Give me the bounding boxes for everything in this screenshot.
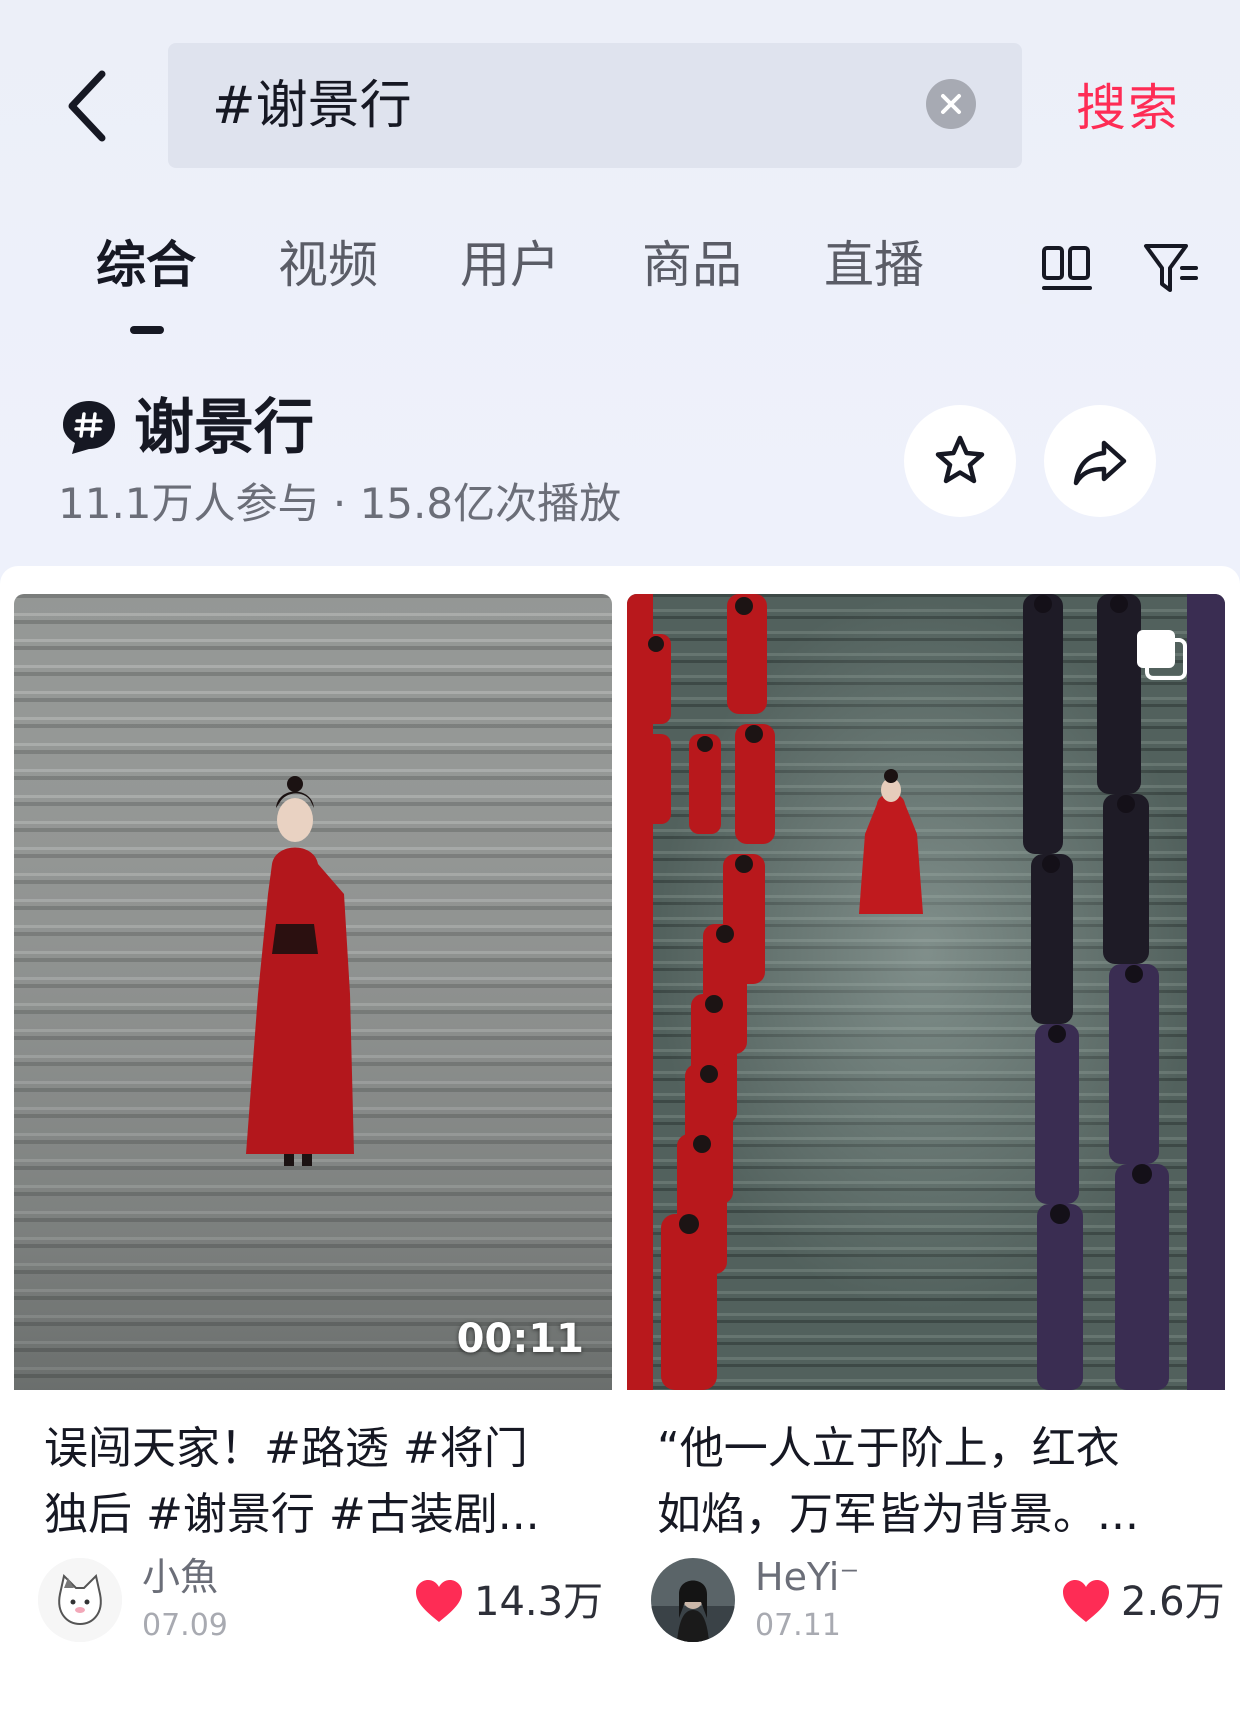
- portrait-avatar-image: [651, 1558, 735, 1642]
- tab-live[interactable]: 直播: [824, 230, 924, 300]
- avatar[interactable]: [38, 1558, 122, 1642]
- back-button[interactable]: [62, 64, 122, 148]
- video-caption[interactable]: 误闯天家！#路透 #将门 独后 #谢景行 #古装剧...: [44, 1416, 584, 1548]
- favorite-button[interactable]: [904, 405, 1016, 517]
- heart-icon: [416, 1580, 462, 1622]
- image-post-card[interactable]: “他一人立于阶上，红衣 如焰，万军皆为背景。... HeYi⁻ 07.11 2.…: [627, 594, 1225, 1700]
- video-thumbnail[interactable]: 00:11: [14, 594, 612, 1390]
- caption-line: 独后 #谢景行 #古装剧...: [44, 1489, 540, 1540]
- topic-header: 谢景行 11.1万人参与 · 15.8亿次播放: [0, 380, 1240, 550]
- like-button[interactable]: 2.6万: [1061, 1572, 1225, 1632]
- caption-line: 误闯天家！#路透 #将门: [44, 1423, 528, 1474]
- hashtag-icon: [63, 401, 115, 454]
- like-count: 14.3万: [474, 1579, 604, 1625]
- army-formation-on-steps-image: [627, 594, 1225, 1390]
- tab-overflow-fade: [1006, 234, 1030, 304]
- share-button[interactable]: [1044, 405, 1156, 517]
- post-thumbnail[interactable]: [627, 594, 1225, 1390]
- clear-search-button[interactable]: [926, 79, 976, 129]
- topic-stats: 11.1万人参与 · 15.8亿次播放: [58, 479, 622, 528]
- search-header: #谢景行 搜索: [0, 0, 1240, 180]
- tab-users[interactable]: 用户: [460, 230, 560, 300]
- active-tab-indicator: [130, 326, 164, 334]
- author-name[interactable]: 小魚: [142, 1552, 218, 1602]
- search-input[interactable]: #谢景行: [168, 43, 1022, 168]
- author-row: HeYi⁻ 07.11 2.6万: [651, 1552, 1225, 1652]
- author-row: 小魚 07.09 14.3万: [38, 1552, 603, 1652]
- topic-title: 谢景行: [134, 393, 314, 463]
- filter-button[interactable]: [1142, 238, 1200, 300]
- like-button[interactable]: 14.3万: [414, 1572, 603, 1632]
- video-card[interactable]: 00:11 误闯天家！#路透 #将门 独后 #谢景行 #古装剧... 小魚 07…: [14, 594, 612, 1700]
- red-robed-figure-on-steps-image: [14, 594, 612, 1390]
- post-caption[interactable]: “他一人立于阶上，红衣 如焰，万军皆为背景。...: [657, 1416, 1197, 1548]
- author-name[interactable]: HeYi⁻: [755, 1552, 859, 1602]
- tab-comprehensive[interactable]: 综合: [96, 230, 196, 300]
- tab-video[interactable]: 视频: [278, 230, 378, 300]
- search-query-text: #谢景行: [212, 76, 412, 136]
- avatar[interactable]: [651, 1558, 735, 1642]
- clear-icon: [941, 94, 961, 114]
- caption-line: “他一人立于阶上，红衣: [657, 1423, 1120, 1474]
- video-duration: 00:11: [456, 1316, 584, 1362]
- filter-icon: [1144, 244, 1198, 292]
- like-count: 2.6万: [1121, 1579, 1225, 1625]
- caption-line: 如焰，万军皆为背景。...: [657, 1489, 1139, 1540]
- star-icon: [935, 435, 985, 484]
- cat-avatar-icon: [38, 1558, 122, 1642]
- post-date: 07.09: [142, 1608, 228, 1643]
- result-feed: 00:11 误闯天家！#路透 #将门 独后 #谢景行 #古装剧... 小魚 07…: [0, 566, 1240, 1716]
- tab-products[interactable]: 商品: [642, 230, 742, 300]
- heart-icon: [1063, 1580, 1109, 1622]
- post-date: 07.11: [755, 1608, 841, 1643]
- share-icon: [1073, 440, 1127, 486]
- layout-toggle-button[interactable]: [1040, 242, 1094, 296]
- search-button[interactable]: 搜索: [1076, 74, 1180, 142]
- multi-image-icon: [1137, 630, 1187, 680]
- chevron-left-icon: [68, 70, 106, 142]
- two-column-grid-icon: [1042, 246, 1092, 290]
- result-tabs: 综合 视频 用户 商品 直播: [0, 220, 1240, 340]
